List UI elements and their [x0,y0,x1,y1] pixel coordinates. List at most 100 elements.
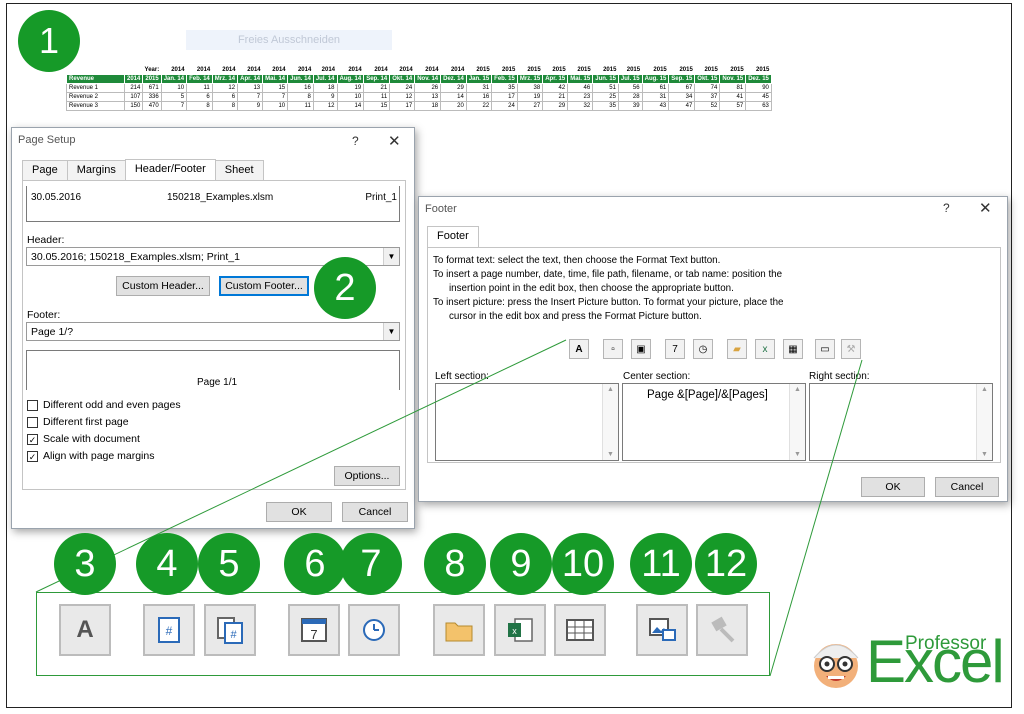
checkbox-scale[interactable]: ✓ Scale with document [27,433,140,445]
table-cell[interactable]: 7 [262,92,289,102]
table-cell[interactable]: 470 [142,101,162,111]
scrollbar[interactable]: ▲ ▼ [602,384,618,460]
table-cell[interactable]: 7 [160,101,188,111]
scrollbar[interactable]: ▲ ▼ [789,384,805,460]
format-picture-button[interactable]: ⚒ [841,339,861,359]
table-cell[interactable]: 9 [237,101,264,111]
checkbox-box[interactable] [27,416,38,428]
table-cell[interactable]: 52 [694,101,721,111]
insert-sheet-name-button[interactable]: ▦ [783,339,803,359]
table-cell[interactable]: 671 [142,83,162,93]
checkbox-box[interactable]: ✓ [27,433,38,445]
checkbox-first-page[interactable]: Different first page [27,416,129,428]
table-cell[interactable]: 10 [160,83,188,93]
scrollbar[interactable]: ▲ ▼ [976,384,992,460]
table-cell[interactable]: 7 [237,92,264,102]
table-cell[interactable]: 19 [516,92,544,102]
table-cell[interactable]: 45 [745,92,772,102]
table-cell[interactable]: 51 [592,83,619,93]
table-cell[interactable]: 17 [389,101,416,111]
table-cell[interactable]: 12 [211,83,239,93]
file-name-icon[interactable]: x [494,604,546,656]
chevron-down-icon[interactable]: ▼ [383,248,399,265]
table-cell[interactable]: 6 [211,92,239,102]
table-cell[interactable]: 11 [363,92,391,102]
ok-button[interactable]: OK [266,502,332,522]
table-cell[interactable]: 29 [440,83,467,93]
table-cell[interactable]: 336 [142,92,162,102]
tab-footer[interactable]: Footer [427,226,479,247]
table-cell[interactable]: 22 [465,101,493,111]
table-cell[interactable]: 24 [491,101,518,111]
table-cell[interactable]: 74 [694,83,721,93]
table-cell[interactable]: 35 [592,101,619,111]
format-picture-icon[interactable] [696,604,748,656]
table-cell[interactable]: 42 [542,83,569,93]
chevron-down-icon[interactable]: ▼ [383,323,399,340]
table-cell[interactable]: 15 [363,101,391,111]
table-cell[interactable]: 12 [312,101,338,111]
table-cell[interactable]: 43 [641,101,670,111]
table-cell[interactable]: 26 [414,83,442,93]
table-cell[interactable]: 14 [440,92,467,102]
tab-margins[interactable]: Margins [66,160,126,181]
date-icon[interactable]: 7 [288,604,340,656]
table-cell[interactable]: 46 [567,83,594,93]
custom-header-button[interactable]: Custom Header... [116,276,210,296]
table-cell[interactable]: 9 [312,92,338,102]
checkbox-odd-even[interactable]: Different odd and even pages [27,399,181,411]
table-cell[interactable]: 24 [389,83,416,93]
table-cell[interactable]: 35 [491,83,518,93]
insert-page-number-button[interactable]: ▫ [603,339,623,359]
table-cell[interactable]: 16 [465,92,493,102]
checkbox-align[interactable]: ✓ Align with page margins [27,450,154,462]
table-cell[interactable]: 10 [336,92,365,102]
table-cell[interactable]: 23 [567,92,594,102]
left-section-input[interactable]: ▲ ▼ [435,383,619,461]
table-cell[interactable]: 57 [719,101,747,111]
table-cell[interactable]: 20 [440,101,467,111]
tab-page[interactable]: Page [22,160,68,181]
custom-footer-button[interactable]: Custom Footer... [219,276,309,296]
table-cell[interactable]: 21 [542,92,569,102]
insert-time-button[interactable]: ◷ [693,339,713,359]
time-icon[interactable] [348,604,400,656]
number-of-pages-icon[interactable]: # [204,604,256,656]
file-path-icon[interactable] [433,604,485,656]
footer-select[interactable]: Page 1/? ▼ [26,322,400,341]
table-cell[interactable]: 38 [516,83,544,93]
table-cell[interactable]: 12 [389,92,416,102]
tab-sheet[interactable]: Sheet [214,160,264,181]
table-cell[interactable]: 10 [262,101,289,111]
close-button[interactable]: ✕ [388,132,401,150]
table-cell[interactable]: 107 [123,92,144,102]
table-cell[interactable]: 11 [186,83,213,93]
table-cell[interactable]: 39 [617,101,643,111]
table-cell[interactable]: 19 [336,83,365,93]
table-cell[interactable]: 8 [211,101,239,111]
table-cell[interactable]: 31 [465,83,493,93]
insert-picture-button[interactable]: ▭ [815,339,835,359]
table-cell[interactable]: 31 [641,92,670,102]
table-cell[interactable]: 25 [592,92,619,102]
close-button[interactable]: ✕ [979,199,992,217]
insert-file-path-button[interactable]: ▰ [727,339,747,359]
table-cell[interactable]: 13 [414,92,442,102]
checkbox-box[interactable]: ✓ [27,450,38,462]
table-cell[interactable]: Revenue 1 [66,83,125,93]
help-button[interactable]: ? [352,134,359,148]
table-cell[interactable]: 6 [186,92,213,102]
table-cell[interactable]: 63 [745,101,772,111]
table-cell[interactable]: 67 [668,83,696,93]
insert-file-name-button[interactable]: x [755,339,775,359]
format-text-button[interactable]: A [569,339,589,359]
table-cell[interactable]: 61 [641,83,670,93]
checkbox-box[interactable] [27,399,38,411]
table-cell[interactable]: 81 [719,83,747,93]
insert-picture-icon[interactable] [636,604,688,656]
center-section-input[interactable]: Page &[Page]/&[Pages] ▲ ▼ [622,383,806,461]
right-section-input[interactable]: ▲ ▼ [809,383,993,461]
table-cell[interactable]: 14 [336,101,365,111]
format-text-icon[interactable]: A [59,604,111,656]
table-cell[interactable]: 47 [668,101,696,111]
